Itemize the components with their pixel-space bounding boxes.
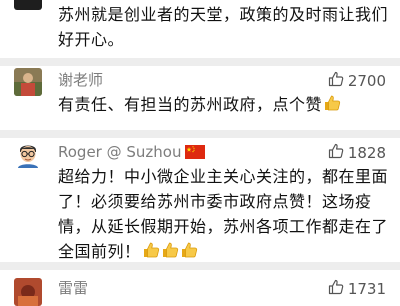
thumbs-up-outline-icon: [328, 143, 344, 163]
comment-text-line: 好开心。: [58, 30, 125, 49]
like-count: 2700: [347, 72, 386, 90]
comment-text: 苏州就是创业者的天堂，政策的及时雨让我们 好开心。: [58, 2, 388, 52]
thumbs-up-emoji-icon: [323, 94, 341, 119]
comment-text-line: 情，从延长假期开始，苏州各项工作都走在了: [58, 217, 389, 236]
divider: [0, 262, 400, 270]
comment-author[interactable]: 雷雷: [58, 279, 88, 297]
thumbs-up-outline-icon: [328, 71, 344, 91]
comment-text-line: 超给力！中小微企业主关心关注的，都在里面: [58, 167, 389, 186]
comment-author[interactable]: 谢老师: [58, 71, 103, 89]
comment-text-line: 苏州就是创业者的天堂，政策的及时雨让我们: [58, 5, 389, 24]
comment-item-top: 苏州就是创业者的天堂，政策的及时雨让我们 好开心。: [0, 0, 400, 49]
comment-item: 谢老师 2700 有责任、有担当的苏州政府，点个赞: [0, 66, 400, 126]
comment-item: 雷雷 1731: [0, 270, 400, 306]
avatar[interactable]: [14, 140, 42, 168]
comment-text-line: 有责任、有担当的苏州政府，点个赞: [58, 95, 323, 114]
avatar[interactable]: [14, 68, 42, 96]
avatar[interactable]: [14, 278, 42, 306]
divider: [0, 58, 400, 66]
comment-author[interactable]: Roger @ Suzhou: [58, 143, 206, 163]
like-button[interactable]: 2700: [328, 71, 386, 91]
avatar[interactable]: [14, 0, 42, 10]
comment-text: 有责任、有担当的苏州政府，点个赞: [58, 92, 388, 119]
comment-item: Roger @ Suzhou 1828 超给力！中小微企业主关心关注的，都在里面…: [0, 138, 400, 261]
comment-text-line: 了！必须要给苏州市委市政府点赞！这场疫: [58, 192, 372, 211]
comment-author-name: Roger @ Suzhou: [58, 143, 182, 161]
divider: [0, 130, 400, 138]
like-count: 1731: [347, 280, 386, 298]
comment-text: 超给力！中小微企业主关心关注的，都在里面 了！必须要给苏州市委市政府点赞！这场疫…: [58, 164, 388, 266]
like-count: 1828: [347, 144, 386, 162]
like-button[interactable]: 1828: [328, 143, 386, 163]
china-flag-icon: [185, 145, 206, 163]
like-button[interactable]: 1731: [328, 279, 386, 299]
thumbs-up-outline-icon: [328, 279, 344, 299]
comment-text-line: 全国前列！: [58, 242, 141, 261]
